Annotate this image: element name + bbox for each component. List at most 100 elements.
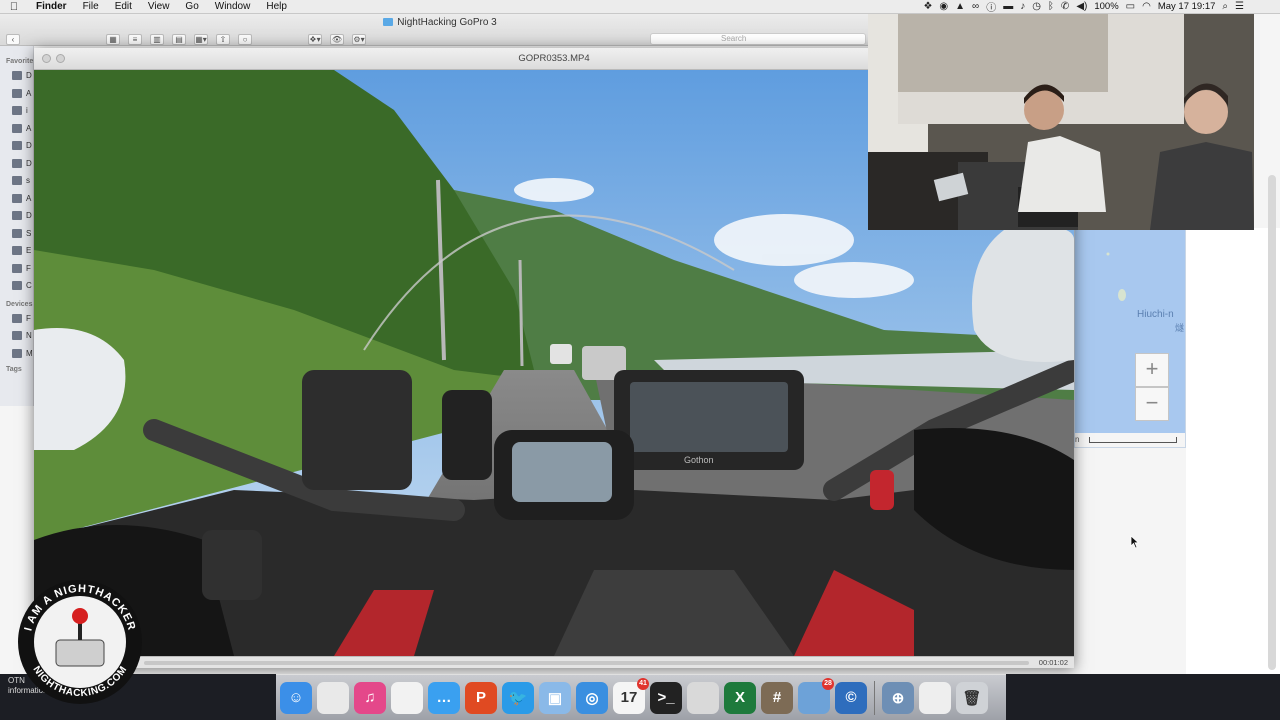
sidebar-item[interactable]: A [0, 190, 33, 208]
notification-badge: 28 [822, 677, 834, 690]
devices-list: FNM [0, 310, 33, 363]
tag-button[interactable]: ○ [238, 33, 252, 45]
sidebar-item[interactable]: D [0, 207, 33, 225]
sidebar-item[interactable]: C [0, 277, 33, 295]
terminal-icon[interactable]: >_ [650, 681, 682, 714]
menu-app-finder[interactable]: Finder [28, 1, 75, 12]
sidebar-item-label: A [26, 88, 32, 98]
twitter-icon[interactable]: 🐦 [502, 681, 534, 714]
virtualbox-icon[interactable]: ▣ [539, 681, 571, 714]
sidebar-device-item[interactable]: N [0, 327, 33, 345]
vertical-scrollbar[interactable] [1268, 175, 1276, 670]
sidebar-item-label: D [26, 141, 32, 151]
coverflow-view-button[interactable]: ▤ [172, 33, 186, 45]
sidebar-item[interactable]: i [0, 102, 33, 120]
sidebar-device-item[interactable]: F [0, 310, 33, 328]
map-panel[interactable]: Hiuchi-n 燧 + − n [1074, 228, 1186, 448]
trash-icon[interactable]: 🗑 [956, 681, 988, 714]
list-view-button[interactable]: ≡ [128, 33, 142, 45]
calendar-icon[interactable]: 17 41 [613, 677, 649, 714]
photo-icon[interactable]: 28 [798, 677, 834, 714]
arrange-button[interactable]: ▦▾ [194, 33, 208, 45]
creative-cloud-icon[interactable]: ∞ [972, 1, 979, 12]
reminders-icon[interactable] [391, 681, 423, 714]
sidebar-item[interactable]: D [0, 137, 33, 155]
finder-icon[interactable]: ☺ [280, 681, 312, 714]
minimize-button[interactable] [56, 54, 65, 63]
drive-icon[interactable]: ▲ [955, 1, 965, 12]
apple-menu-icon[interactable]:  [0, 1, 28, 13]
dropbox-icon[interactable]: ❖ [923, 1, 932, 12]
right-switchgear [870, 470, 894, 510]
network-icon[interactable]: ⊕ [882, 681, 914, 714]
video-time: 00:01:02 [1038, 658, 1068, 667]
dock-glyph: >_ [657, 689, 675, 706]
info-icon[interactable]: ⓘ [986, 0, 996, 14]
phone-icon[interactable]: ✆ [1061, 1, 1069, 12]
zoom-out-button[interactable]: − [1135, 387, 1169, 421]
menu-window[interactable]: Window [207, 1, 259, 12]
menu-go[interactable]: Go [177, 1, 206, 12]
menu-file[interactable]: File [75, 1, 107, 12]
quicklook-button[interactable]: 👁 [330, 33, 344, 45]
messages-icon[interactable]: … [428, 681, 460, 714]
sidebar-item[interactable]: E [0, 242, 33, 260]
menu-view[interactable]: View [140, 1, 178, 12]
presenter-icon[interactable]: P [465, 681, 497, 714]
sidebar-item[interactable]: s [0, 172, 33, 190]
share-button[interactable]: ⇧ [216, 33, 230, 45]
search-icon[interactable]: ⌕ [1222, 1, 1228, 12]
battery-percent[interactable]: 100% [1094, 1, 1118, 12]
calculator-icon[interactable]: # [761, 681, 793, 714]
close-button[interactable] [42, 54, 51, 63]
menubar-clock[interactable]: May 17 19:17 [1158, 1, 1216, 12]
sidebar-item[interactable]: D [0, 155, 33, 173]
preview-icon[interactable] [317, 681, 349, 714]
battery-icon[interactable]: ▭ [1126, 1, 1135, 12]
display-icon[interactable]: ▬ [1003, 1, 1013, 12]
column-view-button[interactable]: ▥ [150, 33, 164, 45]
menu-edit[interactable]: Edit [107, 1, 140, 12]
documents-icon[interactable] [919, 681, 951, 714]
itunes-icon[interactable]: ♫ [354, 681, 386, 714]
menu-help[interactable]: Help [258, 1, 295, 12]
bell-icon[interactable]: ♪ [1020, 1, 1025, 12]
list-icon[interactable]: ☰ [1235, 1, 1244, 12]
search-input[interactable]: Search [650, 33, 866, 45]
icon-view-button[interactable]: ▦ [106, 33, 120, 45]
dock-glyph: P [475, 689, 486, 706]
sidebar-item[interactable]: A [0, 85, 33, 103]
dock-glyph: © [845, 689, 857, 706]
sidebar-item[interactable]: F [0, 260, 33, 278]
folder-icon [12, 176, 22, 186]
mouse-cursor-icon [1130, 535, 1140, 549]
dropbox-button[interactable]: ❖▾ [308, 33, 322, 45]
image-capture-icon[interactable] [687, 681, 719, 714]
folder-icon [12, 141, 22, 151]
sync-icon[interactable]: ◉ [939, 1, 948, 12]
menu-bar:  Finder File Edit View Go Window Help ❖… [0, 0, 1280, 14]
sidebar-item[interactable]: S [0, 225, 33, 243]
sidebar-item[interactable]: D [0, 67, 33, 85]
finder-titlebar: NightHacking GoPro 3 ‹ ▦ ≡ ▥ ▤ ▦▾ ⇧ ○ ❖▾… [0, 14, 880, 46]
webcam-overlay [868, 12, 1254, 230]
excel-icon[interactable]: X [724, 681, 756, 714]
sidebar-device-item[interactable]: M [0, 345, 33, 363]
bluetooth-icon[interactable]: ᛒ [1048, 1, 1054, 12]
volume-icon[interactable]: ◀) [1076, 1, 1087, 12]
zoom-in-button[interactable]: + [1135, 353, 1169, 387]
action-button[interactable]: ⚙▾ [352, 33, 366, 45]
left-switchgear [202, 530, 262, 600]
back-button[interactable]: ‹ [6, 33, 20, 45]
finder-content-pane [1186, 228, 1280, 674]
nighthacker-logo: I AM A NIGHTHACKER NIGHTHACKING.COM [18, 580, 142, 704]
folder-icon [12, 71, 22, 81]
safari-alt-icon[interactable]: © [835, 681, 867, 714]
wifi-icon[interactable]: ◠ [1142, 1, 1151, 12]
time-machine-icon[interactable]: ◷ [1032, 1, 1041, 12]
video-progress-track[interactable] [144, 661, 1029, 665]
webcam-scene [868, 12, 1254, 230]
sidebar-item[interactable]: A [0, 120, 33, 138]
safari-icon[interactable]: ◎ [576, 681, 608, 714]
dock-glyph: 🐦 [508, 689, 528, 707]
